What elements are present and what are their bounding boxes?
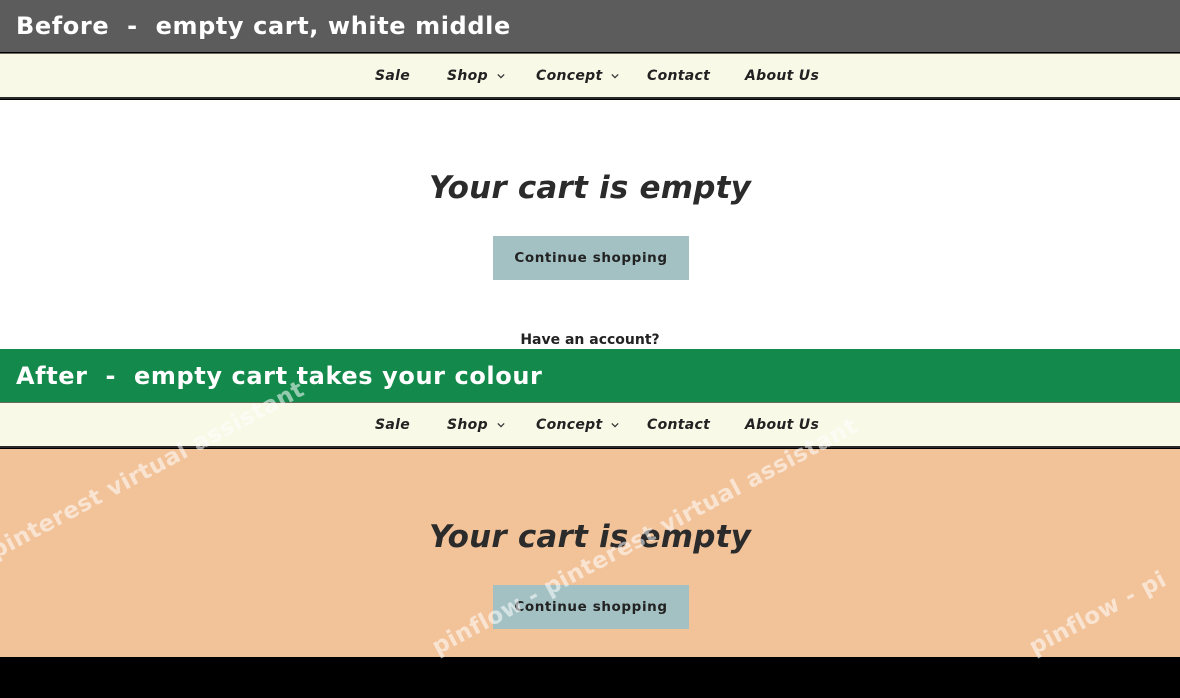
footer-bar [0,657,1180,698]
empty-cart-panel-after: Your cart is empty Continue shopping [0,449,1180,657]
nav-sale[interactable]: Sale [375,54,410,98]
empty-cart-panel-before: Your cart is empty Continue shopping Hav… [0,100,1180,349]
after-label-banner: After - empty cart takes your colour [0,349,1180,402]
nav-shop[interactable]: Shop [447,54,505,98]
chevron-down-icon [611,73,620,79]
continue-shopping-button[interactable]: Continue shopping [493,236,689,280]
nav-concept[interactable]: Concept [536,54,620,98]
nav-concept[interactable]: Concept [536,403,620,447]
nav-shop-label: Shop [447,417,488,433]
nav-sale[interactable]: Sale [375,403,410,447]
cart-empty-title: Your cart is empty [428,519,752,555]
nav-about-us[interactable]: About Us [745,403,819,447]
nav-concept-label: Concept [536,417,603,433]
cart-empty-title: Your cart is empty [428,170,752,206]
chevron-down-icon [497,73,505,79]
have-account-link[interactable]: Have an account? [0,332,1180,348]
nav-concept-label: Concept [536,68,603,84]
nav-about-us[interactable]: About Us [745,54,819,98]
nav-shop[interactable]: Shop [447,403,505,447]
continue-shopping-button[interactable]: Continue shopping [493,585,689,629]
nav-shop-label: Shop [447,68,488,84]
top-nav-before: Sale Shop Concept Contact About Us [0,53,1180,99]
nav-contact[interactable]: Contact [647,403,710,447]
chevron-down-icon [497,422,505,428]
top-nav-after: Sale Shop Concept Contact About Us [0,402,1180,448]
before-label-banner: Before - empty cart, white middle [0,0,1180,52]
chevron-down-icon [611,422,620,428]
nav-contact[interactable]: Contact [647,54,710,98]
